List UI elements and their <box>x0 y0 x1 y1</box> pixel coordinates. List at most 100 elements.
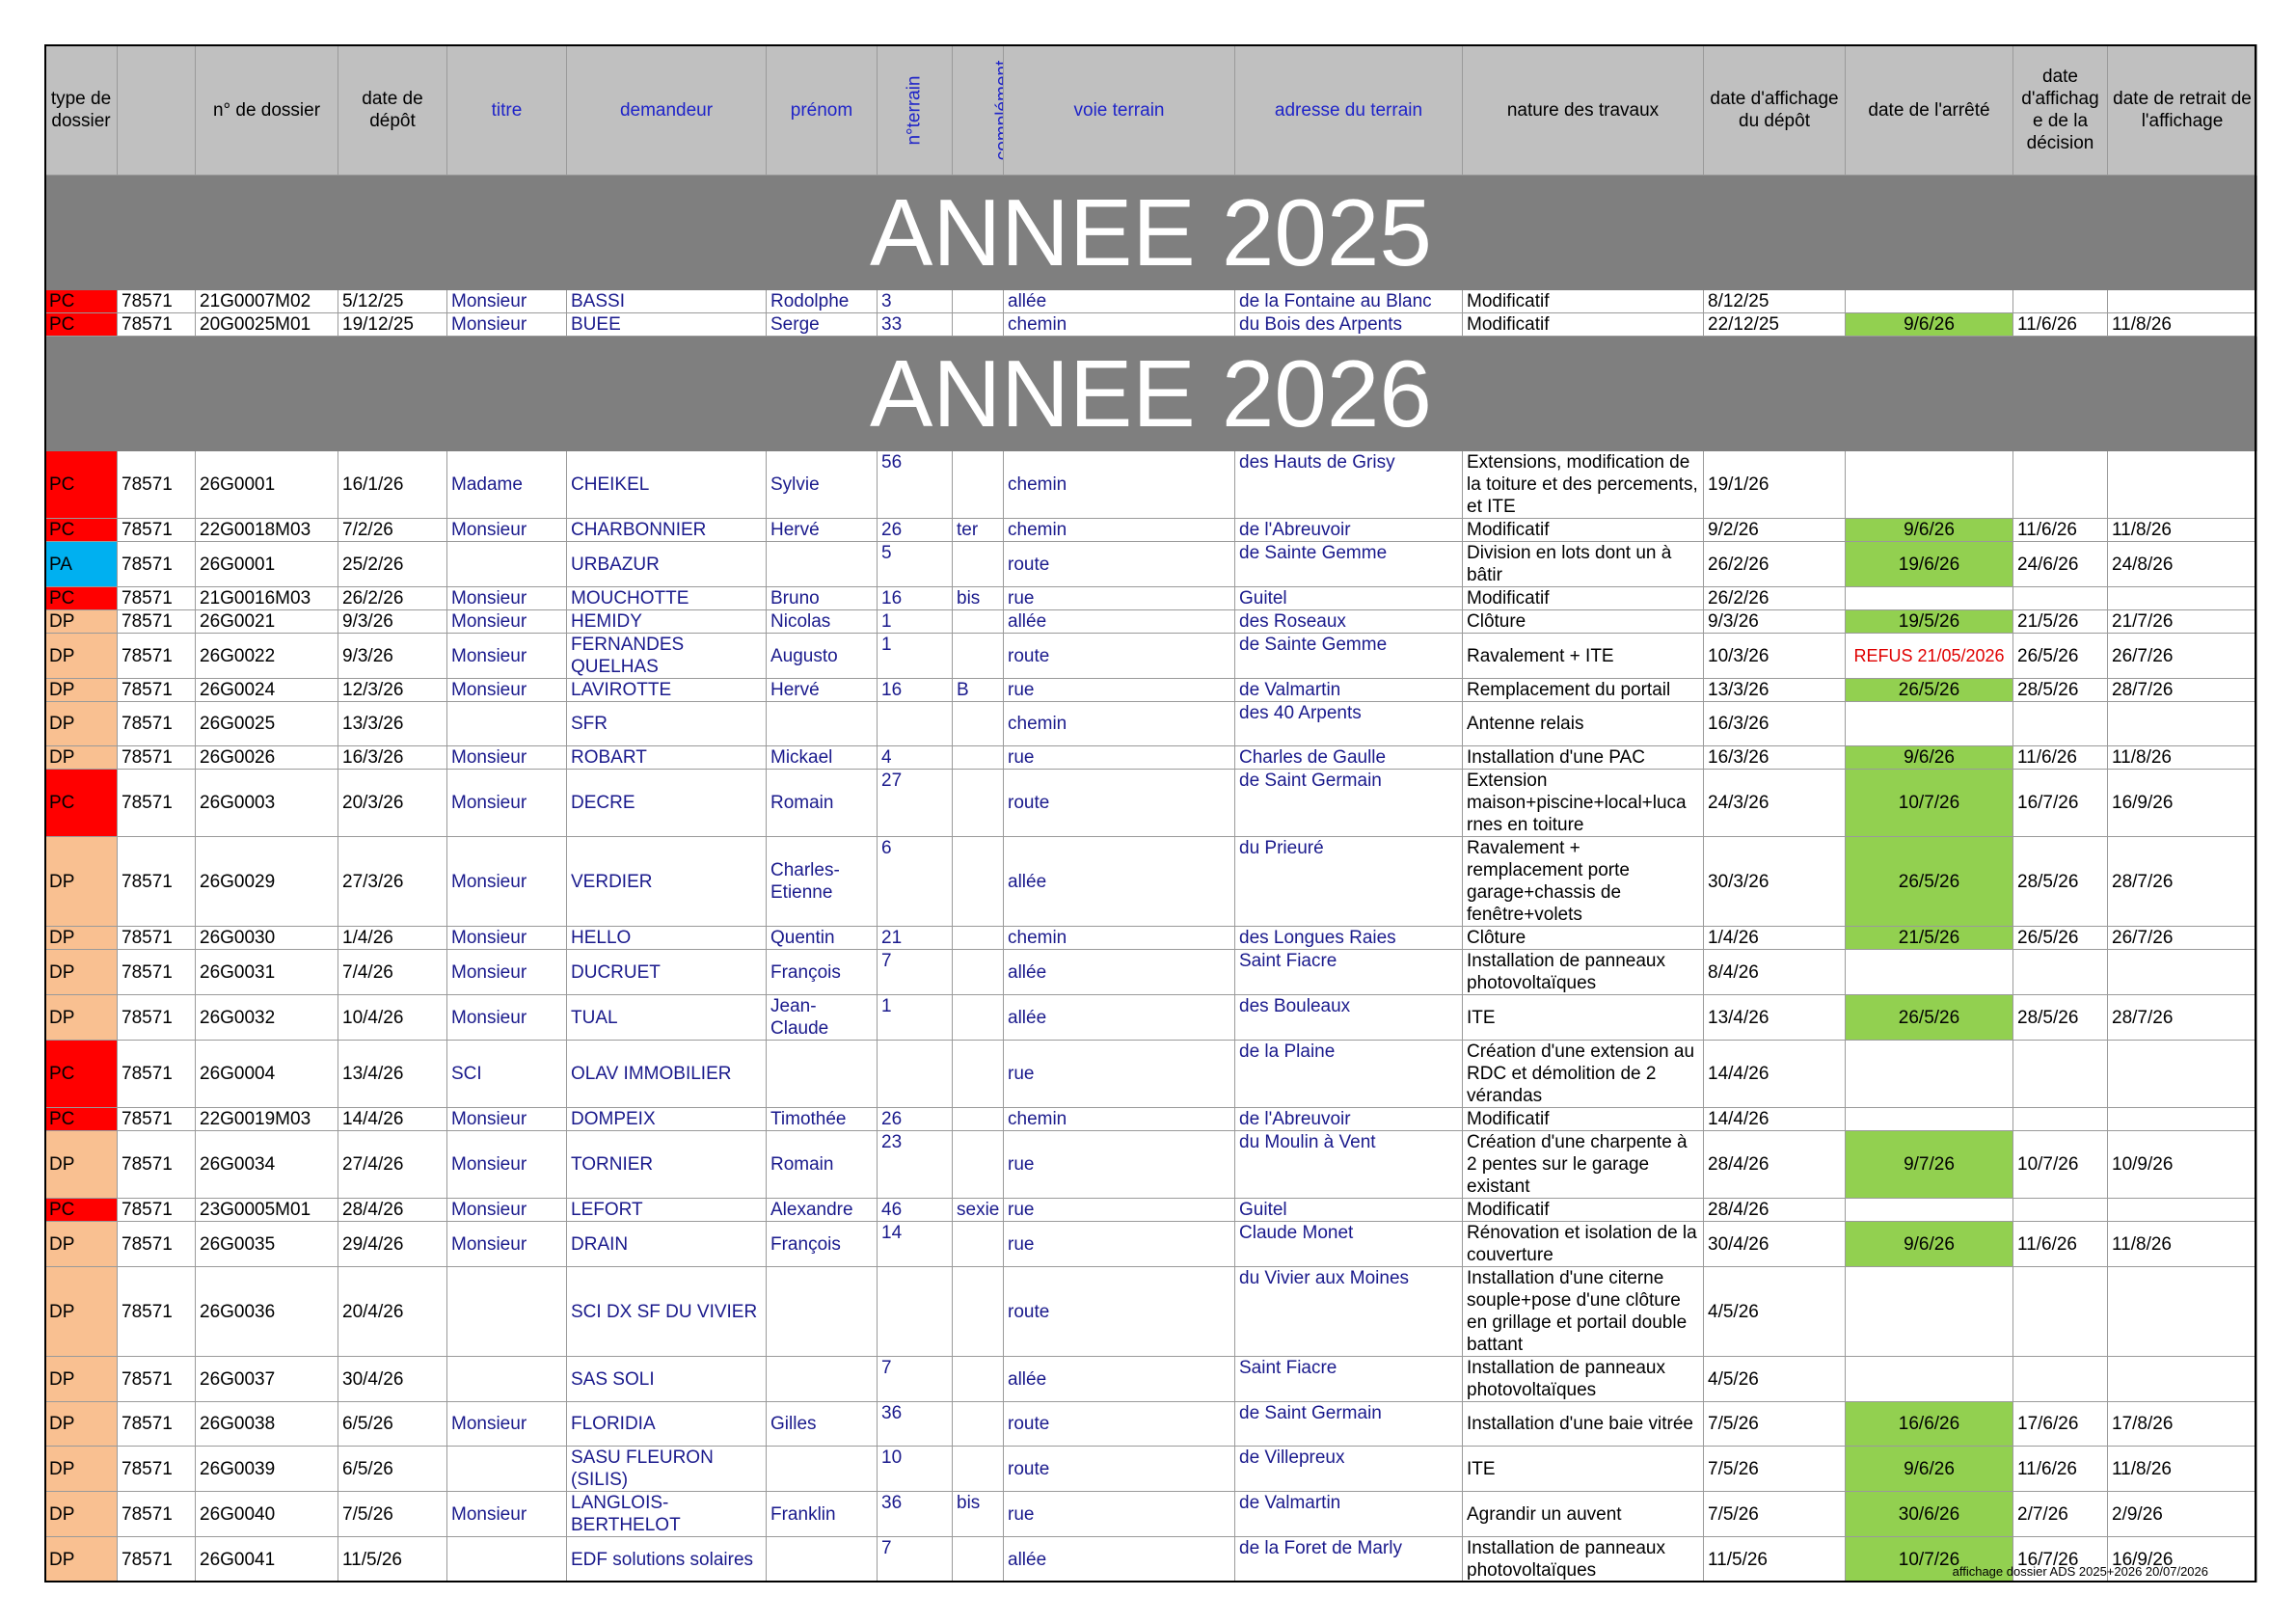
cell-num: 21 <box>877 926 953 950</box>
cell-comp <box>952 633 1004 679</box>
cell-dossier: 23G0005M01 <box>195 1198 338 1222</box>
cell-depot: 1/4/26 <box>338 926 447 950</box>
cell-dossier: 26G0025 <box>195 701 338 746</box>
cell-arrete: 9/6/26 <box>1845 312 2013 337</box>
cell-nature: Modificatif <box>1462 312 1704 337</box>
cell-aff-decision <box>2012 450 2108 519</box>
cell-prenom: Alexandre <box>766 1198 878 1222</box>
cell-commune: 78571 <box>117 678 196 702</box>
cell-commune: 78571 <box>117 926 196 950</box>
cell-dossier: 26G0041 <box>195 1536 338 1582</box>
cell-depot: 28/4/26 <box>338 1198 447 1222</box>
cell-comp <box>952 1446 1004 1492</box>
cell-commune: 78571 <box>117 609 196 634</box>
cell-demandeur: BUEE <box>566 312 767 337</box>
cell-prenom: Romain <box>766 1130 878 1199</box>
cell-nature: Antenne relais <box>1462 701 1704 746</box>
cell-adresse: de Valmartin <box>1234 678 1463 702</box>
cell-nature: Installation de panneaux photovoltaïques <box>1462 1536 1704 1582</box>
cell-nature: Installation de panneaux photovoltaïques <box>1462 1356 1704 1402</box>
cell-adresse: de Valmartin <box>1234 1491 1463 1537</box>
cell-demandeur: CHARBONNIER <box>566 518 767 542</box>
cell-aff-decision: 24/6/26 <box>2012 541 2108 587</box>
col-type-dossier: type de dossier <box>44 44 118 176</box>
col-num-dossier: n° de dossier <box>195 44 338 176</box>
cell-prenom <box>766 1266 878 1357</box>
cell-titre: Monsieur <box>446 1221 567 1267</box>
cell-aff-decision <box>2012 1266 2108 1357</box>
cell-aff-decision <box>2012 949 2108 995</box>
cell-voie: rue <box>1003 1130 1235 1199</box>
cell-nature: Clôture <box>1462 926 1704 950</box>
cell-adresse: Saint Fiacre <box>1234 1356 1463 1402</box>
cell-type: DP <box>44 609 118 634</box>
cell-num: 26 <box>877 1107 953 1131</box>
cell-commune: 78571 <box>117 1491 196 1537</box>
cell-retrait: 11/8/26 <box>2107 745 2257 770</box>
cell-aff-decision <box>2012 1040 2108 1108</box>
cell-adresse: de Villepreux <box>1234 1446 1463 1492</box>
cell-aff-depot: 28/4/26 <box>1703 1198 1846 1222</box>
cell-commune: 78571 <box>117 312 196 337</box>
cell-dossier: 26G0022 <box>195 633 338 679</box>
cell-voie: route <box>1003 633 1235 679</box>
cell-depot: 27/4/26 <box>338 1130 447 1199</box>
cell-voie: allée <box>1003 1356 1235 1402</box>
table-row: DP 78571 26G0034 27/4/26 Monsieur TORNIER Roma… <box>44 1130 2257 1199</box>
cell-prenom: Mickael <box>766 745 878 770</box>
cell-demandeur: SASU FLEURON (SILIS) <box>566 1446 767 1492</box>
cell-titre: Monsieur <box>446 1491 567 1537</box>
cell-arrete <box>1845 1198 2013 1222</box>
cell-nature: ITE <box>1462 1446 1704 1492</box>
cell-demandeur: ROBART <box>566 745 767 770</box>
cell-voie: rue <box>1003 745 1235 770</box>
cell-titre: Monsieur <box>446 289 567 313</box>
cell-type: PC <box>44 518 118 542</box>
cell-aff-depot: 19/1/26 <box>1703 450 1846 519</box>
cell-arrete: REFUS 21/05/2026 <box>1845 633 2013 679</box>
cell-nature: Création d'une charpente à 2 pentes sur … <box>1462 1130 1704 1199</box>
cell-demandeur: SCI DX SF DU VIVIER <box>566 1266 767 1357</box>
cell-commune: 78571 <box>117 1266 196 1357</box>
cell-type: DP <box>44 701 118 746</box>
cell-retrait: 2/9/26 <box>2107 1491 2257 1537</box>
cell-adresse: des 40 Arpents <box>1234 701 1463 746</box>
cell-retrait <box>2107 949 2257 995</box>
cell-prenom <box>766 1040 878 1108</box>
cell-demandeur: DRAIN <box>566 1221 767 1267</box>
cell-type: DP <box>44 1266 118 1357</box>
cell-titre: Monsieur <box>446 1198 567 1222</box>
cell-num: 5 <box>877 541 953 587</box>
table-row: DP 78571 26G0036 20/4/26 SCI DX SF DU VIVIER… <box>44 1266 2257 1357</box>
cell-retrait <box>2107 1356 2257 1402</box>
cell-num: 3 <box>877 289 953 313</box>
cell-commune: 78571 <box>117 949 196 995</box>
cell-titre: Monsieur <box>446 745 567 770</box>
cell-prenom: Charles-Etienne <box>766 836 878 927</box>
cell-titre: Monsieur <box>446 1401 567 1447</box>
table-row: DP 78571 26G0032 10/4/26 Monsieur TUAL Jean-Cl… <box>44 994 2257 1041</box>
cell-type: DP <box>44 994 118 1041</box>
cell-commune: 78571 <box>117 1401 196 1447</box>
table-row: DP 78571 26G0024 12/3/26 Monsieur LAVIROTTE He… <box>44 678 2257 702</box>
cell-prenom <box>766 1536 878 1582</box>
cell-adresse: de Saint Germain <box>1234 1401 1463 1447</box>
cell-nature: Modificatif <box>1462 518 1704 542</box>
cell-adresse: Saint Fiacre <box>1234 949 1463 995</box>
cell-nature: Modificatif <box>1462 1107 1704 1131</box>
cell-titre: Monsieur <box>446 1107 567 1131</box>
cell-aff-decision: 17/6/26 <box>2012 1401 2108 1447</box>
cell-voie: route <box>1003 1401 1235 1447</box>
cell-demandeur: SAS SOLI <box>566 1356 767 1402</box>
col-voie-terrain: voie terrain <box>1003 44 1235 176</box>
cell-voie: chemin <box>1003 518 1235 542</box>
cell-demandeur: DECRE <box>566 769 767 837</box>
cell-retrait: 17/8/26 <box>2107 1401 2257 1447</box>
cell-prenom: François <box>766 949 878 995</box>
cell-demandeur: LAVIROTTE <box>566 678 767 702</box>
cell-titre <box>446 541 567 587</box>
cell-arrete <box>1845 586 2013 610</box>
cell-demandeur: HEMIDY <box>566 609 767 634</box>
table-row: PC 78571 26G0004 13/4/26 SCI OLAV IMMOBILIER r… <box>44 1040 2257 1108</box>
cell-titre: Monsieur <box>446 633 567 679</box>
